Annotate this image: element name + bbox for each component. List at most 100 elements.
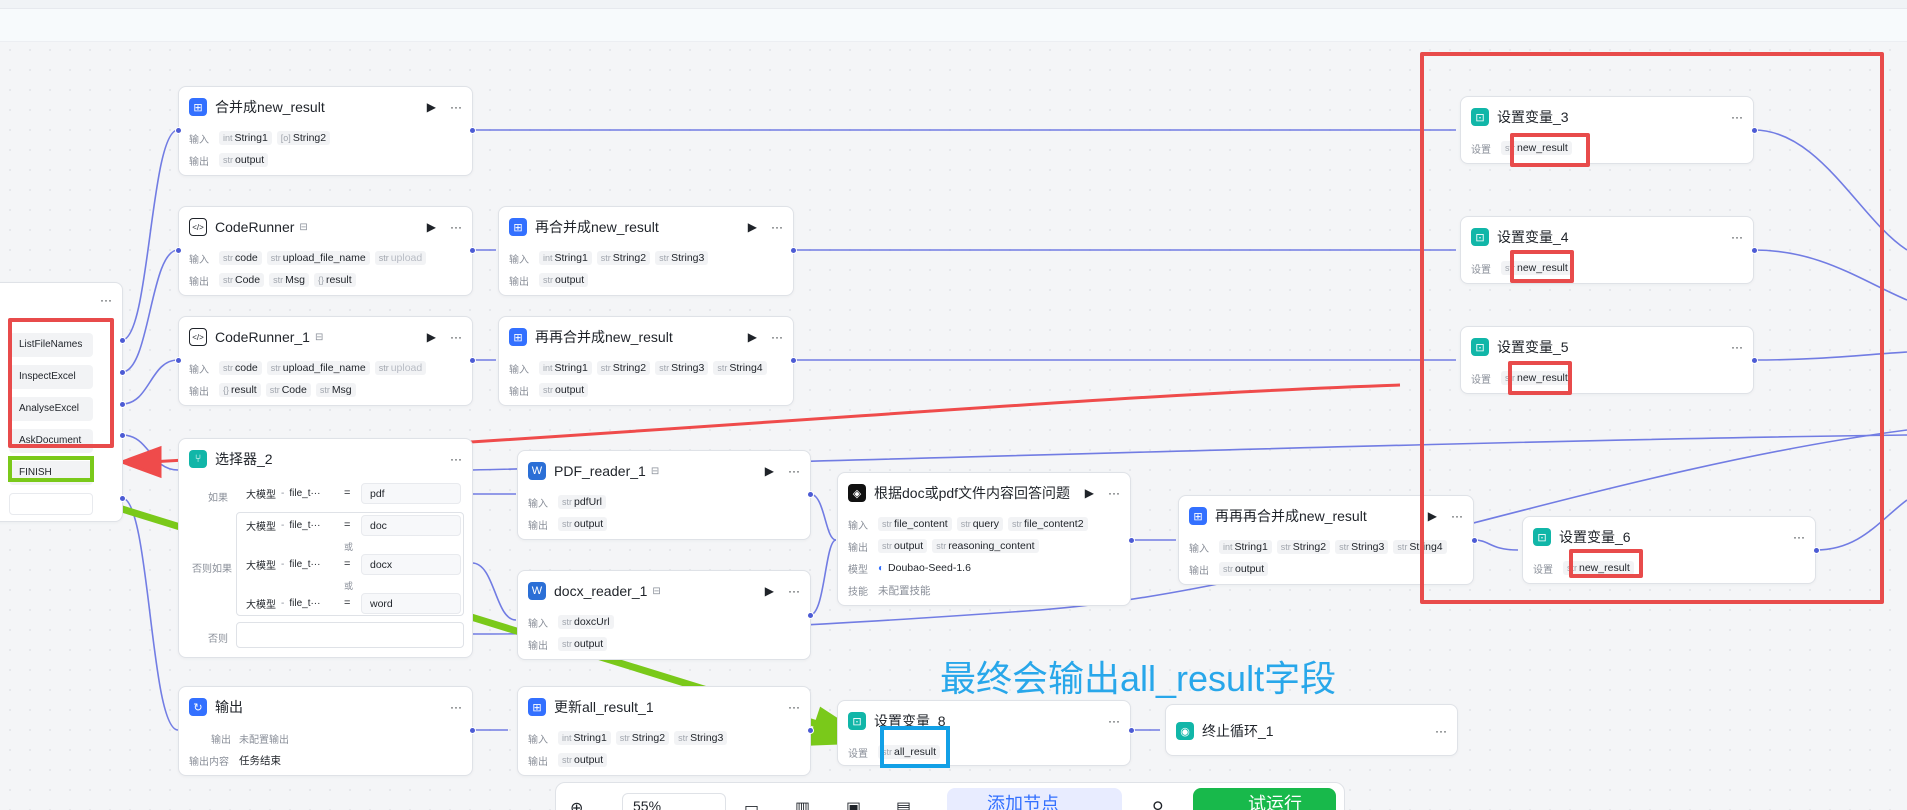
locate-icon[interactable]: ⊕: [570, 798, 583, 810]
set-label: 设置: [848, 748, 868, 760]
port[interactable]: [119, 432, 126, 439]
node-pdf-reader[interactable]: W PDF_reader_1 ⊟ ▶ ··· 输入 str pdfUrl 输出 str out…: [517, 450, 811, 540]
node-remerge[interactable]: ⊞ 再合并成new_result ▶ ··· 输入 int String1 str Stri…: [498, 206, 794, 296]
port[interactable]: [1751, 357, 1758, 364]
more-icon[interactable]: ···: [450, 100, 462, 114]
output-pill: str output: [1219, 562, 1269, 576]
node-coderunner[interactable]: </> CodeRunner ⊟ ▶ ··· 输入 str code str upload_f…: [178, 206, 473, 296]
node-stop-loop[interactable]: ◉ 终止循环_1 ···: [1165, 704, 1458, 756]
port[interactable]: [790, 357, 797, 364]
output-pill: str output: [878, 539, 928, 553]
more-icon[interactable]: ···: [771, 220, 783, 234]
more-icon[interactable]: ···: [788, 464, 800, 478]
port[interactable]: [469, 357, 476, 364]
port[interactable]: [175, 247, 182, 254]
eq-sign: =: [344, 519, 351, 531]
port[interactable]: [1471, 537, 1478, 544]
in-label: 输入: [509, 254, 529, 266]
comment-icon[interactable]: ▭: [744, 798, 759, 810]
node-docx-reader[interactable]: Wdocx_reader_1 ⊟ ▶ ··· 输入 str doxcUrl 输出 str o…: [517, 570, 811, 660]
input-pill: str code: [219, 361, 262, 375]
input-pill: str upload: [374, 251, 427, 265]
port[interactable]: [175, 357, 182, 364]
in-label: 输入: [1189, 543, 1209, 555]
more-icon[interactable]: ···: [771, 330, 783, 344]
more-icon[interactable]: ···: [1108, 486, 1120, 500]
port[interactable]: [119, 337, 126, 344]
node-merge[interactable]: ⊞ 合并成new_result ▶ ··· 输入 int String1 [o] Strin…: [178, 86, 473, 176]
condition-value[interactable]: word: [361, 593, 461, 614]
play-icon[interactable]: ▶: [748, 220, 757, 234]
add-node-button[interactable]: 添加节点: [947, 788, 1122, 810]
node-title: 更新all_result_1: [554, 699, 654, 715]
port[interactable]: [469, 127, 476, 134]
port[interactable]: [807, 612, 814, 619]
tools-icon[interactable]: ⚲: [1152, 798, 1164, 810]
port[interactable]: [119, 401, 126, 408]
more-icon[interactable]: ···: [450, 452, 462, 466]
input-pill: str String3: [655, 251, 709, 265]
more-icon[interactable]: ···: [450, 330, 462, 344]
note-icon[interactable]: ▤: [896, 798, 911, 810]
node-title: CodeRunner_1: [215, 329, 310, 345]
output-pill: str output: [558, 637, 608, 651]
play-icon[interactable]: ▶: [1085, 486, 1094, 500]
minimap-icon[interactable]: ▣: [846, 798, 861, 810]
port[interactable]: [1128, 537, 1135, 544]
port[interactable]: [175, 127, 182, 134]
port[interactable]: [469, 727, 476, 734]
more-icon[interactable]: ···: [788, 700, 800, 714]
stop-icon: ◉: [1176, 722, 1194, 740]
more-icon[interactable]: ···: [450, 220, 462, 234]
pdf-icon: W: [528, 462, 546, 480]
in-label: 输入: [528, 618, 548, 630]
more-icon[interactable]: ···: [450, 700, 462, 714]
play-icon[interactable]: ▶: [427, 100, 436, 114]
node-update-all-result[interactable]: ⊞ 更新all_result_1 ··· 输入 int String1 str String…: [517, 686, 811, 776]
port[interactable]: [790, 247, 797, 254]
play-icon[interactable]: ▶: [748, 330, 757, 344]
port[interactable]: [469, 247, 476, 254]
port[interactable]: [119, 369, 126, 376]
layout-icon[interactable]: ▥: [795, 798, 810, 810]
output-pill: str output: [558, 753, 608, 767]
condition-value[interactable]: pdf: [361, 483, 461, 504]
play-icon[interactable]: ▶: [765, 584, 774, 598]
input-pill: str String2: [1276, 540, 1331, 554]
condition-value[interactable]: docx: [361, 554, 461, 575]
node-reremerge[interactable]: ⊞ 再再合并成new_result ▶ ··· 输入 int String1 str Str…: [498, 316, 794, 406]
port[interactable]: [1751, 127, 1758, 134]
zoom-select[interactable]: 55%: [622, 793, 726, 810]
more-icon[interactable]: ···: [1435, 724, 1447, 738]
condition-value[interactable]: doc: [361, 515, 461, 536]
eq-sign: =: [344, 487, 351, 499]
input-pill: str String3: [655, 361, 709, 375]
merge-icon: ⊞: [1189, 507, 1207, 525]
port[interactable]: [1128, 727, 1135, 734]
port[interactable]: [807, 727, 814, 734]
port[interactable]: [119, 495, 126, 502]
port[interactable]: [807, 491, 814, 498]
port[interactable]: [1751, 247, 1758, 254]
out-label: 输出: [528, 640, 548, 652]
out-label: 输出: [189, 276, 209, 288]
play-icon[interactable]: ▶: [765, 464, 774, 478]
or-label: 或: [344, 542, 354, 552]
highlight-var: [1569, 549, 1643, 578]
input-pill: int String1: [219, 131, 272, 145]
port[interactable]: [1813, 547, 1820, 554]
more-icon[interactable]: ···: [100, 293, 112, 307]
node-output[interactable]: ↻ 输出 ··· 输出 未配置输出 输出内容 任务结束: [178, 686, 473, 776]
node-llm[interactable]: ◈ 根据doc或pdf文件内容回答问题 ▶ ··· 输入 str file_conten…: [837, 472, 1131, 606]
play-icon[interactable]: ▶: [427, 220, 436, 234]
more-icon[interactable]: ···: [1108, 714, 1120, 728]
more-icon[interactable]: ···: [788, 584, 800, 598]
merge-icon: ⊞: [509, 218, 527, 236]
node-coderunner-1[interactable]: </> CodeRunner_1 ⊟ ▶ ··· 输入 str code str upload…: [178, 316, 473, 406]
out-label: 输出: [528, 520, 548, 532]
input-pill: str String3: [1335, 540, 1389, 554]
run-button[interactable]: 试运行: [1193, 788, 1336, 810]
play-icon[interactable]: ▶: [427, 330, 436, 344]
node-title: 输出: [215, 699, 243, 715]
output-pill: str output: [539, 383, 589, 397]
